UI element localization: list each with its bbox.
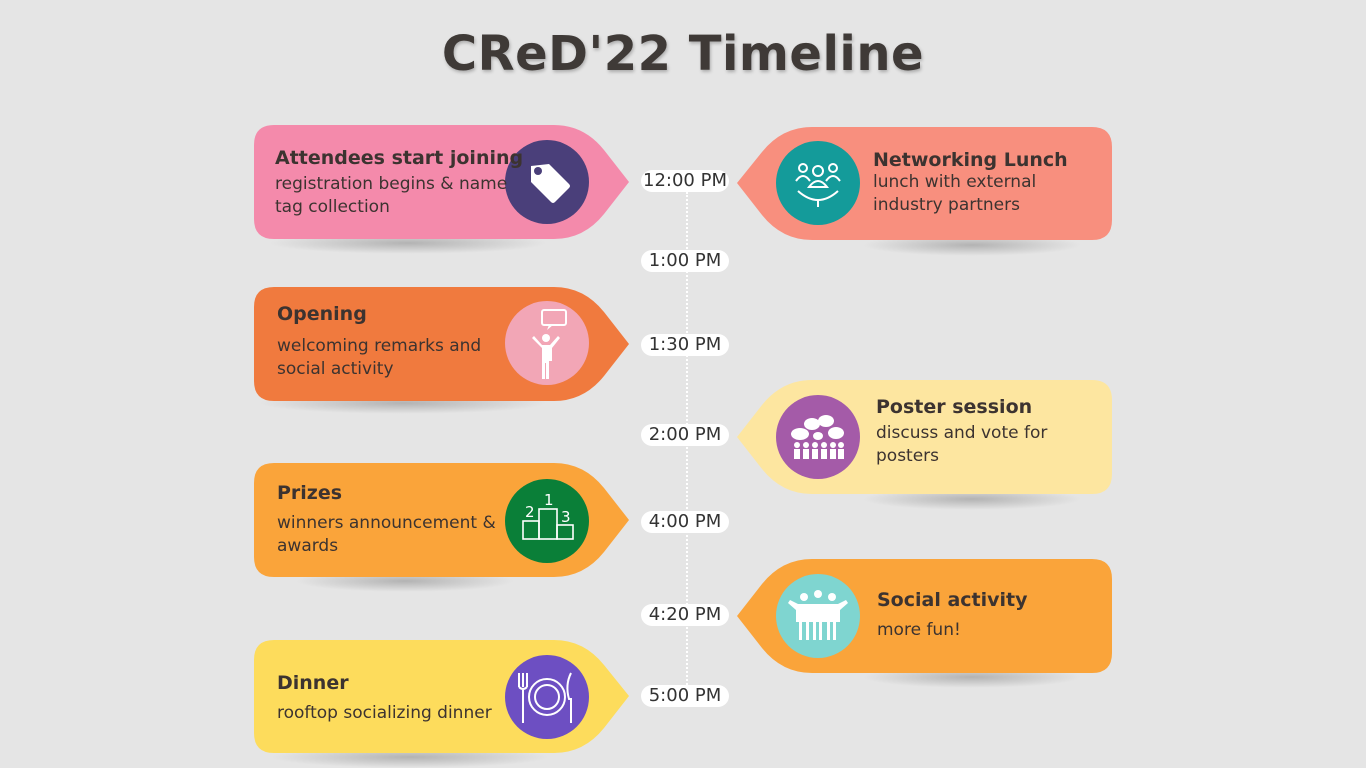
- event-description: rooftop socializing dinner: [277, 703, 492, 723]
- event-description: discuss and vote for posters: [876, 423, 1048, 466]
- event-card-poster: Poster session discuss and vote for post…: [737, 380, 1112, 494]
- event-title: Attendees start joining: [275, 147, 524, 169]
- time-label: 1:30 PM: [641, 334, 729, 356]
- discussion-group-icon: [776, 395, 860, 479]
- podium-icon: 1 2 3: [505, 479, 589, 563]
- speaker-icon: [505, 301, 589, 385]
- event-title: Social activity: [877, 589, 1028, 611]
- event-title: Dinner: [277, 672, 349, 694]
- event-description: more fun!: [877, 620, 961, 640]
- event-title: Prizes: [277, 482, 343, 504]
- event-card-dinner: Dinner rooftop socializing dinner: [254, 640, 629, 753]
- svg-text:1: 1: [544, 491, 554, 509]
- event-description: registration begins & name tag collectio…: [275, 174, 508, 217]
- time-label: 5:00 PM: [641, 685, 729, 707]
- event-card-opening: Opening welcoming remarks and social act…: [254, 287, 629, 401]
- event-card-prizes: 1 2 3 Prizes winners announcement & awar…: [254, 463, 629, 577]
- time-label: 4:20 PM: [641, 604, 729, 626]
- page-title: CReD'22 Timeline: [441, 26, 925, 82]
- time-label: 12:00 PM: [641, 170, 729, 192]
- people-network-icon: [776, 141, 860, 225]
- friends-icon: [776, 574, 860, 658]
- time-label: 2:00 PM: [641, 424, 729, 446]
- svg-text:3: 3: [561, 508, 571, 526]
- event-description: lunch with external industry partners: [873, 172, 1037, 215]
- plate-cutlery-icon: [505, 655, 589, 739]
- event-title: Poster session: [876, 396, 1033, 418]
- event-description: welcoming remarks and social activity: [277, 336, 482, 379]
- event-title: Opening: [277, 303, 367, 325]
- event-card-social: Social activity more fun!: [737, 559, 1112, 673]
- event-card-networking: Networking Lunch lunch with external ind…: [737, 127, 1112, 240]
- time-label: 1:00 PM: [641, 250, 729, 272]
- time-label: 4:00 PM: [641, 511, 729, 533]
- event-title: Networking Lunch: [873, 149, 1068, 171]
- event-description: winners announcement & awards: [277, 513, 496, 556]
- event-card-attendees: Attendees start joining registration beg…: [254, 125, 629, 239]
- svg-text:2: 2: [525, 503, 535, 521]
